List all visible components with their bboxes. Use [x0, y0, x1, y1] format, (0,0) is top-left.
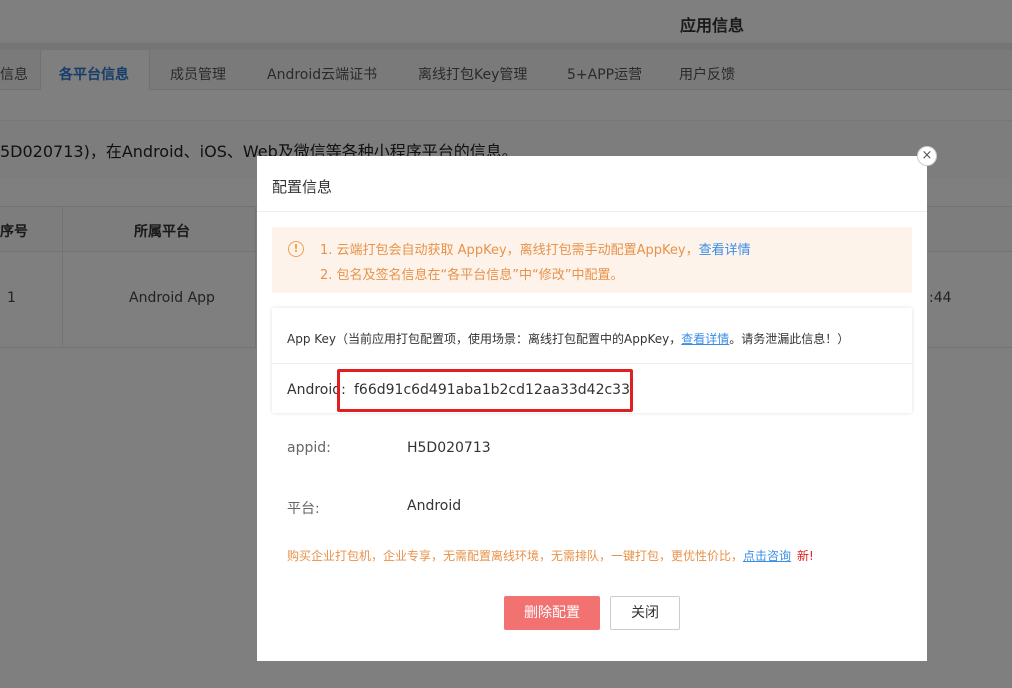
notice-details-link[interactable]: 查看详情	[699, 243, 751, 258]
notice-line-1-text: 1. 云端打包会自动获取 AppKey，离线打包需手动配置AppKey，	[320, 243, 699, 258]
appkey-title-suffix: 。请务泄漏此信息！）	[729, 332, 850, 346]
notice-line-1: 1. 云端打包会自动获取 AppKey，离线打包需手动配置AppKey，查看详情	[320, 239, 751, 258]
notice-box: ! 1. 云端打包会自动获取 AppKey，离线打包需手动配置AppKey，查看…	[272, 227, 912, 293]
close-button[interactable]: 关闭	[610, 596, 680, 630]
new-badge: 新!	[797, 549, 814, 563]
promo-text: 购买企业打包机，企业专享，无需配置离线环境，无需排队，一键打包，更优性价比，点击…	[287, 547, 814, 564]
close-icon[interactable]: ×	[917, 146, 937, 166]
promo-message: 购买企业打包机，企业专享，无需配置离线环境，无需排队，一键打包，更优性价比，	[287, 549, 744, 563]
appkey-title: App Key（当前应用打包配置项，使用场景：离线打包配置中的AppKey，查看…	[287, 330, 849, 347]
warning-icon: !	[288, 241, 304, 257]
divider	[272, 363, 912, 364]
modal-title: 配置信息	[257, 156, 927, 212]
appkey-details-link[interactable]: 查看详情	[681, 332, 729, 346]
delete-config-button[interactable]: 删除配置	[504, 596, 600, 630]
consult-link[interactable]: 点击咨询	[743, 549, 791, 563]
appid-label: appid:	[287, 440, 331, 456]
platform-value: Android	[407, 498, 462, 514]
platform-label: 平台:	[287, 501, 320, 517]
appkey-title-prefix: App Key（当前应用打包配置项，使用场景：离线打包配置中的AppKey，	[287, 332, 682, 346]
appid-value: H5D020713	[407, 440, 491, 456]
highlight-box	[337, 369, 633, 412]
notice-line-2: 2. 包名及签名信息在“各平台信息”中“修改”中配置。	[320, 268, 624, 283]
